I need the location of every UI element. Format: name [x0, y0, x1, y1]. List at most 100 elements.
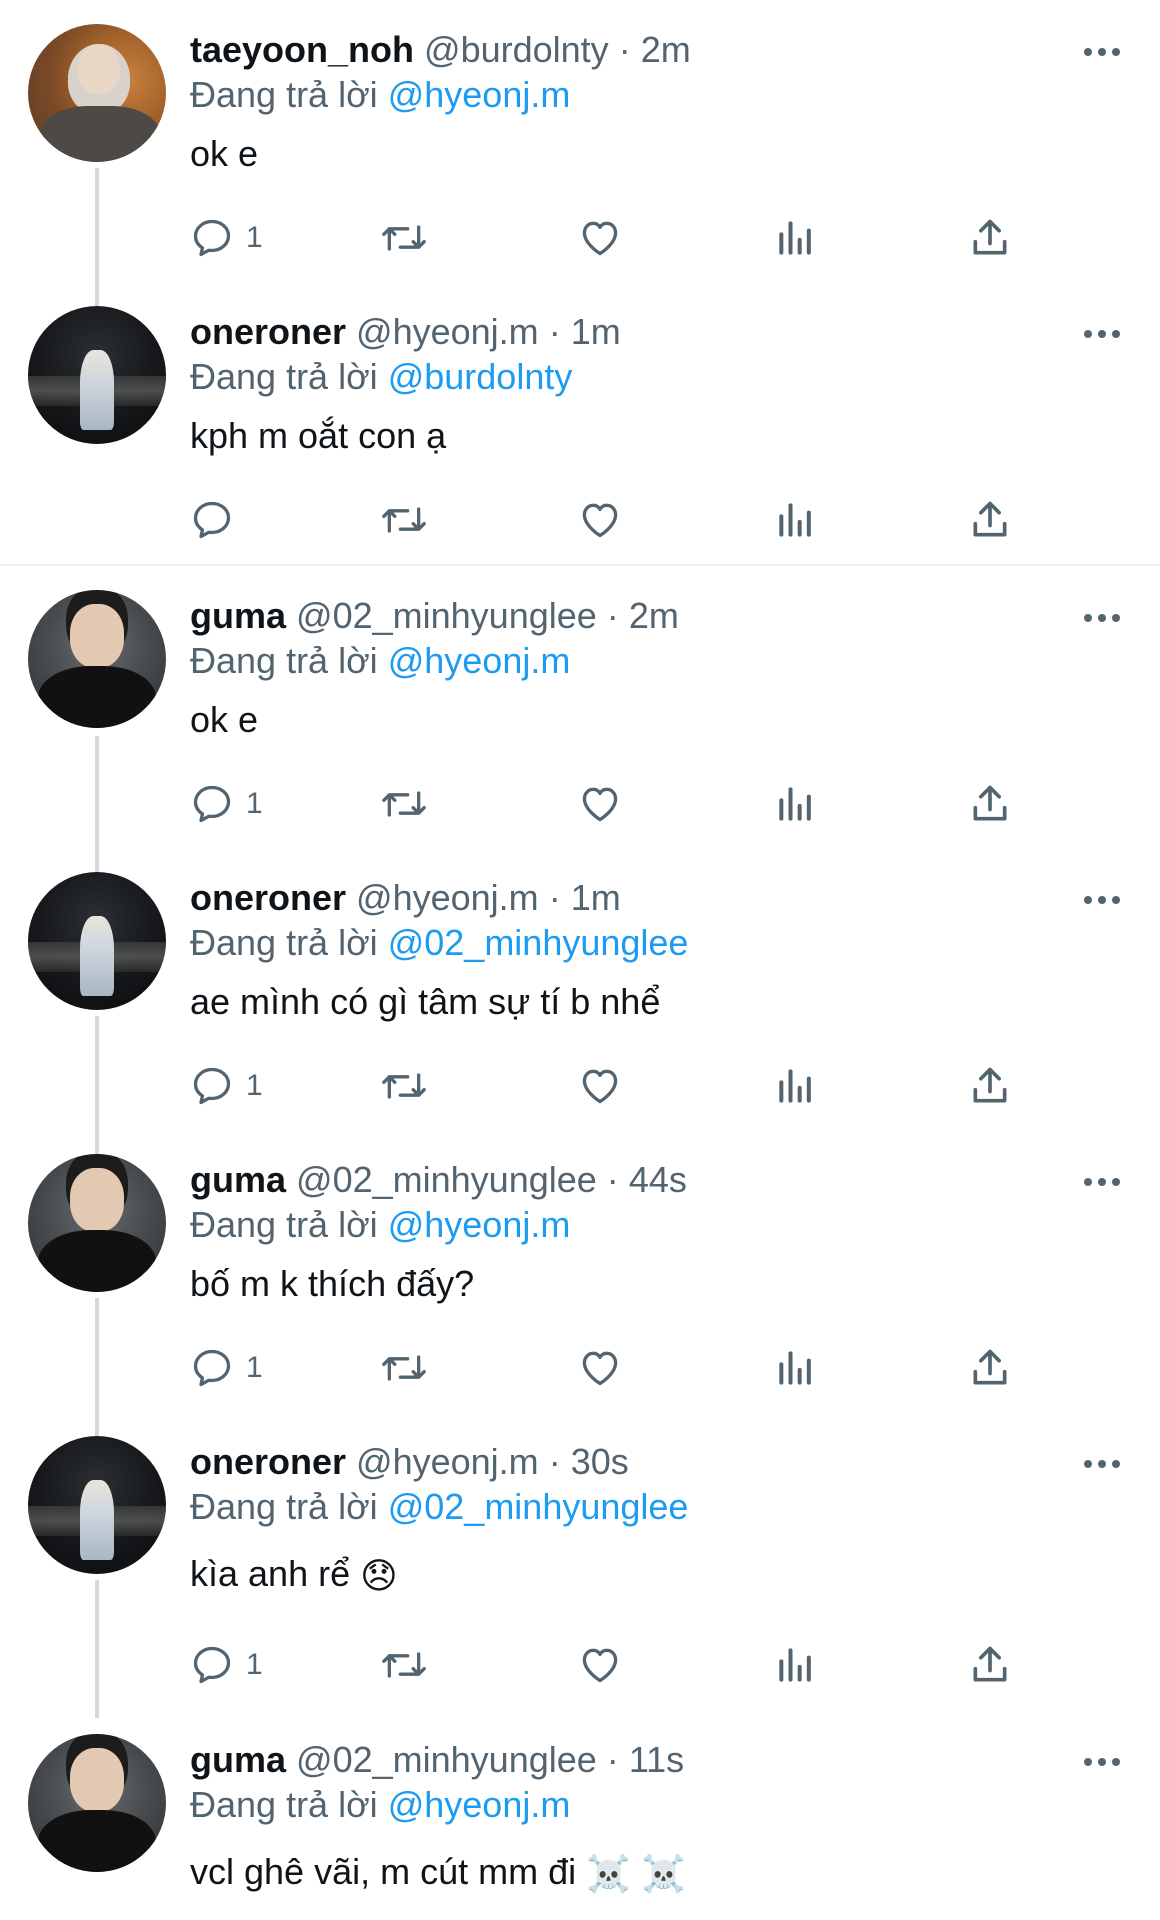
display-name[interactable]: oneroner	[190, 311, 346, 352]
views-button[interactable]	[774, 1640, 818, 1690]
display-name[interactable]: oneroner	[190, 877, 346, 918]
avatar[interactable]	[28, 24, 166, 162]
share-upload-icon	[973, 785, 1007, 821]
display-name[interactable]: taeyoon_noh	[190, 29, 414, 70]
display-name[interactable]: guma	[190, 1739, 286, 1780]
replying-to-mention[interactable]: @hyeonj.m	[388, 640, 571, 681]
avatar[interactable]	[28, 590, 166, 728]
share-button[interactable]	[968, 1640, 1012, 1690]
tweet[interactable]: guma @02_minhyunglee · 2m Đang trả lời @…	[0, 566, 1160, 848]
tweet-header: taeyoon_noh @burdolnty · 2m	[190, 28, 1090, 72]
display-name[interactable]: guma	[190, 1159, 286, 1200]
replying-to-mention[interactable]: @hyeonj.m	[388, 1784, 571, 1825]
timestamp[interactable]: 1m	[571, 877, 621, 918]
tweet[interactable]: guma @02_minhyunglee · 11s Đang trả lời …	[0, 1710, 1160, 1920]
retweet-button[interactable]	[380, 213, 428, 263]
timestamp[interactable]: 11s	[629, 1739, 684, 1780]
tweet-text-body: vcl ghê vãi, m cút mm đi	[190, 1851, 577, 1892]
user-handle[interactable]: @hyeonj.m	[356, 1441, 539, 1482]
retweet-button[interactable]	[380, 1061, 428, 1111]
share-upload-icon	[973, 219, 1007, 255]
tweet[interactable]: oneroner @hyeonj.m · 1m Đang trả lời @02…	[0, 848, 1160, 1130]
tweet-text: kph m oắt con ạ	[190, 415, 447, 456]
like-button[interactable]	[578, 495, 622, 545]
display-name[interactable]: guma	[190, 595, 286, 636]
tweet[interactable]: guma @02_minhyunglee · 44s Đang trả lời …	[0, 1130, 1160, 1412]
replying-to-label: Đang trả lời	[190, 1204, 378, 1245]
share-button[interactable]	[968, 1343, 1012, 1393]
retweet-button[interactable]	[380, 1640, 428, 1690]
replying-to-mention[interactable]: @02_minhyunglee	[388, 1486, 689, 1527]
display-name[interactable]: oneroner	[190, 1441, 346, 1482]
tweet[interactable]: oneroner @hyeonj.m · 1m Đang trả lời @bu…	[0, 282, 1160, 564]
more-dots-icon[interactable]	[1082, 610, 1122, 626]
separator-dot: ·	[548, 311, 561, 352]
timestamp[interactable]: 44s	[629, 1159, 687, 1200]
timestamp[interactable]: 2m	[641, 29, 691, 70]
tweet-text: ok e	[190, 133, 259, 174]
reply-button[interactable]: 1	[190, 1640, 263, 1690]
like-button[interactable]	[578, 1640, 622, 1690]
heart-icon	[582, 1069, 618, 1104]
avatar[interactable]	[28, 1436, 166, 1574]
more-dots-icon[interactable]	[1082, 1174, 1122, 1190]
views-button[interactable]	[774, 1061, 818, 1111]
timestamp[interactable]: 30s	[571, 1441, 629, 1482]
separator-dot: ·	[548, 877, 561, 918]
retweet-icon	[382, 1355, 426, 1381]
avatar[interactable]	[28, 306, 166, 444]
share-button[interactable]	[968, 1061, 1012, 1111]
user-handle[interactable]: @02_minhyunglee	[296, 1739, 597, 1780]
views-button[interactable]	[774, 213, 818, 263]
avatar[interactable]	[28, 1734, 166, 1872]
tweet[interactable]: taeyoon_noh @burdolnty · 2m Đang trả lời…	[0, 0, 1160, 282]
views-button[interactable]	[774, 1343, 818, 1393]
user-handle[interactable]: @burdolnty	[424, 29, 609, 70]
tweet[interactable]: oneroner @hyeonj.m · 30s Đang trả lời @0…	[0, 1412, 1160, 1710]
user-handle[interactable]: @hyeonj.m	[356, 877, 539, 918]
replying-to: Đang trả lời @hyeonj.m	[190, 72, 1090, 118]
share-upload-icon	[973, 1067, 1007, 1103]
replying-to-mention[interactable]: @hyeonj.m	[388, 74, 571, 115]
like-button[interactable]	[578, 1061, 622, 1111]
like-button[interactable]	[578, 213, 622, 263]
replying-to-mention[interactable]: @burdolnty	[388, 356, 573, 397]
like-button[interactable]	[578, 779, 622, 829]
more-dots-icon[interactable]	[1082, 1754, 1122, 1770]
views-button[interactable]	[774, 779, 818, 829]
reply-bubble-icon	[193, 1349, 231, 1387]
tweet-text: ae mình có gì tâm sự tí b nhể	[190, 981, 661, 1022]
replying-to-mention[interactable]: @hyeonj.m	[388, 1204, 571, 1245]
separator-dot: ·	[606, 595, 619, 636]
avatar[interactable]	[28, 1154, 166, 1292]
timestamp[interactable]: 2m	[629, 595, 679, 636]
retweet-button[interactable]	[380, 1343, 428, 1393]
timestamp[interactable]: 1m	[571, 311, 621, 352]
replying-to: Đang trả lời @02_minhyunglee	[190, 1484, 1090, 1530]
more-dots-icon[interactable]	[1082, 326, 1122, 342]
reply-button[interactable]: 1	[190, 779, 263, 829]
share-button[interactable]	[968, 213, 1012, 263]
tweet-text: bố m k thích đấy?	[190, 1263, 475, 1304]
user-handle[interactable]: @02_minhyunglee	[296, 595, 597, 636]
more-dots-icon[interactable]	[1082, 1456, 1122, 1472]
replying-to-mention[interactable]: @02_minhyunglee	[388, 922, 689, 963]
heart-icon	[582, 1648, 618, 1683]
avatar[interactable]	[28, 872, 166, 1010]
share-button[interactable]	[968, 495, 1012, 545]
views-bar-chart-icon	[779, 221, 811, 255]
user-handle[interactable]: @02_minhyunglee	[296, 1159, 597, 1200]
more-dots-icon[interactable]	[1082, 44, 1122, 60]
retweet-button[interactable]	[380, 779, 428, 829]
retweet-button[interactable]	[380, 495, 428, 545]
like-button[interactable]	[578, 1343, 622, 1393]
reply-button[interactable]: 1	[190, 1061, 263, 1111]
more-dots-icon[interactable]	[1082, 892, 1122, 908]
share-button[interactable]	[968, 779, 1012, 829]
user-handle[interactable]: @hyeonj.m	[356, 311, 539, 352]
reply-button[interactable]	[190, 495, 246, 545]
views-button[interactable]	[774, 495, 818, 545]
reply-button[interactable]: 1	[190, 213, 263, 263]
replying-to-label: Đang trả lời	[190, 640, 378, 681]
reply-button[interactable]: 1	[190, 1343, 263, 1393]
